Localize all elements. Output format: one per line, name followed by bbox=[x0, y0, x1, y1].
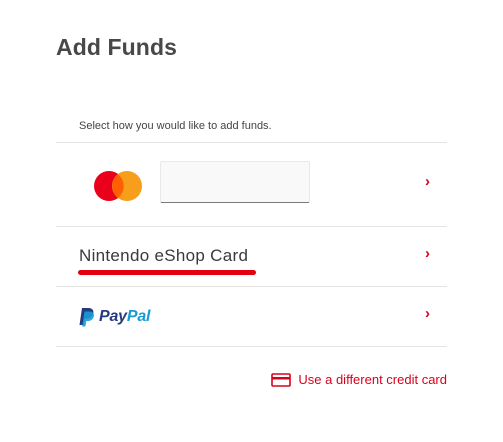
mastercard-logo-icon bbox=[94, 171, 142, 201]
credit-card-icon bbox=[271, 372, 292, 387]
paypal-row[interactable]: PayPal › bbox=[56, 287, 447, 345]
paypal-mark-icon bbox=[79, 308, 94, 327]
paypal-wordmark-light: Pal bbox=[126, 308, 151, 325]
instruction-text: Select how you would like to add funds. bbox=[79, 120, 272, 132]
paypal-wordmark: PayPal bbox=[99, 308, 151, 326]
divider bbox=[56, 346, 447, 347]
eshop-card-label: Nintendo eShop Card bbox=[79, 246, 249, 265]
paypal-logo-icon: PayPal bbox=[78, 306, 151, 328]
card-security-field[interactable] bbox=[160, 161, 310, 203]
eshop-card-row[interactable]: Nintendo eShop Card › bbox=[56, 227, 447, 285]
highlight-underline bbox=[78, 270, 256, 275]
use-different-card-label: Use a different credit card bbox=[298, 372, 447, 387]
chevron-right-icon: › bbox=[425, 245, 430, 262]
saved-card-row[interactable]: › bbox=[56, 143, 447, 226]
chevron-right-icon: › bbox=[425, 305, 430, 322]
page-title: Add Funds bbox=[56, 34, 177, 60]
chevron-right-icon: › bbox=[425, 173, 430, 190]
paypal-wordmark-dark: Pay bbox=[99, 308, 127, 325]
use-different-card-link[interactable]: Use a different credit card bbox=[271, 372, 447, 387]
